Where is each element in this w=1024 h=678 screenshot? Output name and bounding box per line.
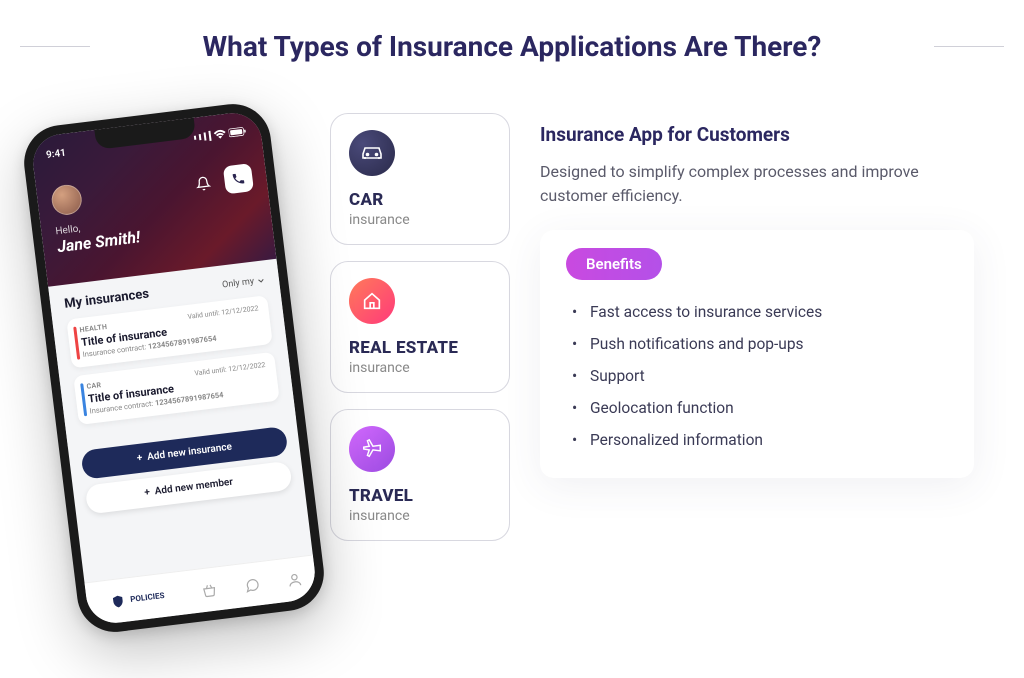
category-title: TRAVEL [349, 486, 491, 506]
chat-icon [243, 576, 261, 594]
phone-mockup: 9:41 [40, 103, 310, 643]
tab-chat[interactable] [243, 576, 261, 594]
info-panel: Insurance App for Customers Designed to … [530, 103, 984, 478]
benefits-badge: Benefits [566, 248, 662, 280]
page-header: What Types of Insurance Applications Are… [0, 0, 1024, 63]
page-title: What Types of Insurance Applications Are… [110, 30, 914, 63]
category-sub: insurance [349, 212, 491, 228]
status-time: 9:41 [45, 148, 66, 161]
category-real-estate[interactable]: REAL ESTATE insurance [330, 261, 510, 393]
list-item: Fast access to insurance services [572, 296, 948, 328]
button-label: Add new insurance [147, 442, 233, 463]
benefits-list: Fast access to insurance services Push n… [566, 296, 948, 456]
divider-left [20, 46, 90, 47]
plane-icon [349, 426, 395, 472]
list-item: Push notifications and pop-ups [572, 328, 948, 360]
car-icon [349, 130, 395, 176]
filter-dropdown[interactable]: Only my [222, 275, 266, 290]
tab-basket[interactable] [200, 581, 218, 599]
home-icon [349, 278, 395, 324]
category-car[interactable]: CAR insurance [330, 113, 510, 245]
category-travel[interactable]: TRAVEL insurance [330, 409, 510, 541]
bell-icon[interactable] [187, 168, 218, 199]
status-indicators [193, 125, 247, 142]
shield-icon [110, 592, 128, 610]
info-description: Designed to simplify complex processes a… [540, 160, 974, 208]
list-item: Support [572, 360, 948, 392]
filter-label: Only my [222, 276, 255, 290]
user-icon [285, 571, 303, 589]
category-title: CAR [349, 190, 491, 210]
info-title: Insurance App for Customers [540, 123, 974, 146]
category-column: CAR insurance REAL ESTATE insurance TRAV… [330, 113, 510, 541]
plus-icon: + [144, 487, 151, 499]
category-sub: insurance [349, 360, 491, 376]
phone-icon[interactable] [223, 163, 254, 194]
category-title: REAL ESTATE [349, 338, 491, 358]
avatar[interactable] [50, 183, 83, 216]
plus-icon: + [136, 453, 143, 465]
tab-bar: POLICIES [84, 554, 318, 626]
tab-profile[interactable] [285, 571, 303, 589]
tab-policies[interactable]: POLICIES [99, 581, 176, 616]
category-sub: insurance [349, 508, 491, 524]
benefits-card: Benefits Fast access to insurance servic… [540, 230, 974, 478]
section-title: My insurances [64, 287, 150, 312]
basket-icon [200, 581, 218, 599]
list-item: Geolocation function [572, 392, 948, 424]
tab-label: POLICIES [130, 591, 165, 604]
list-item: Personalized information [572, 424, 948, 456]
divider-right [934, 46, 1004, 47]
button-label: Add new member [154, 477, 233, 497]
chevron-down-icon [256, 276, 265, 285]
card-tag: CAR [86, 381, 102, 391]
